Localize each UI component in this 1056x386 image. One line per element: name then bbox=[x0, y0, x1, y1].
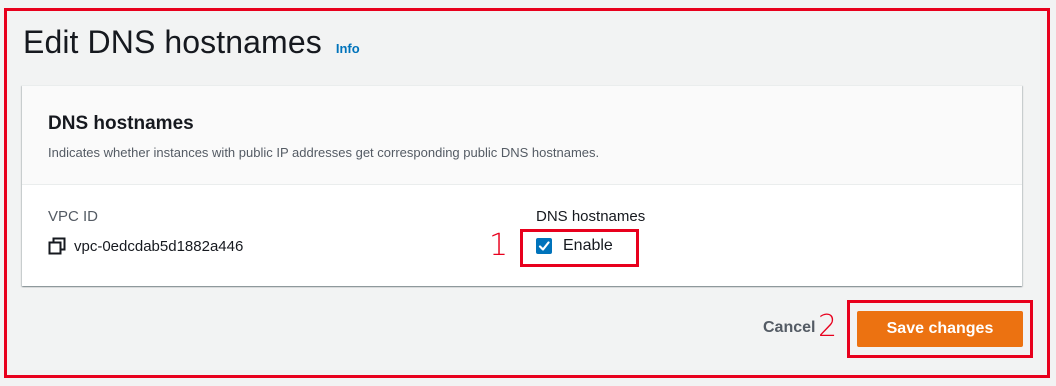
save-button-highlight-box bbox=[847, 300, 1033, 358]
checkbox-highlight-box bbox=[520, 229, 639, 267]
screenshot-canvas: Edit DNS hostnames Info DNS hostnames In… bbox=[0, 0, 1056, 386]
annotation-marker-2: 2 bbox=[818, 309, 838, 344]
annotation-marker-1: 1 bbox=[489, 228, 509, 263]
